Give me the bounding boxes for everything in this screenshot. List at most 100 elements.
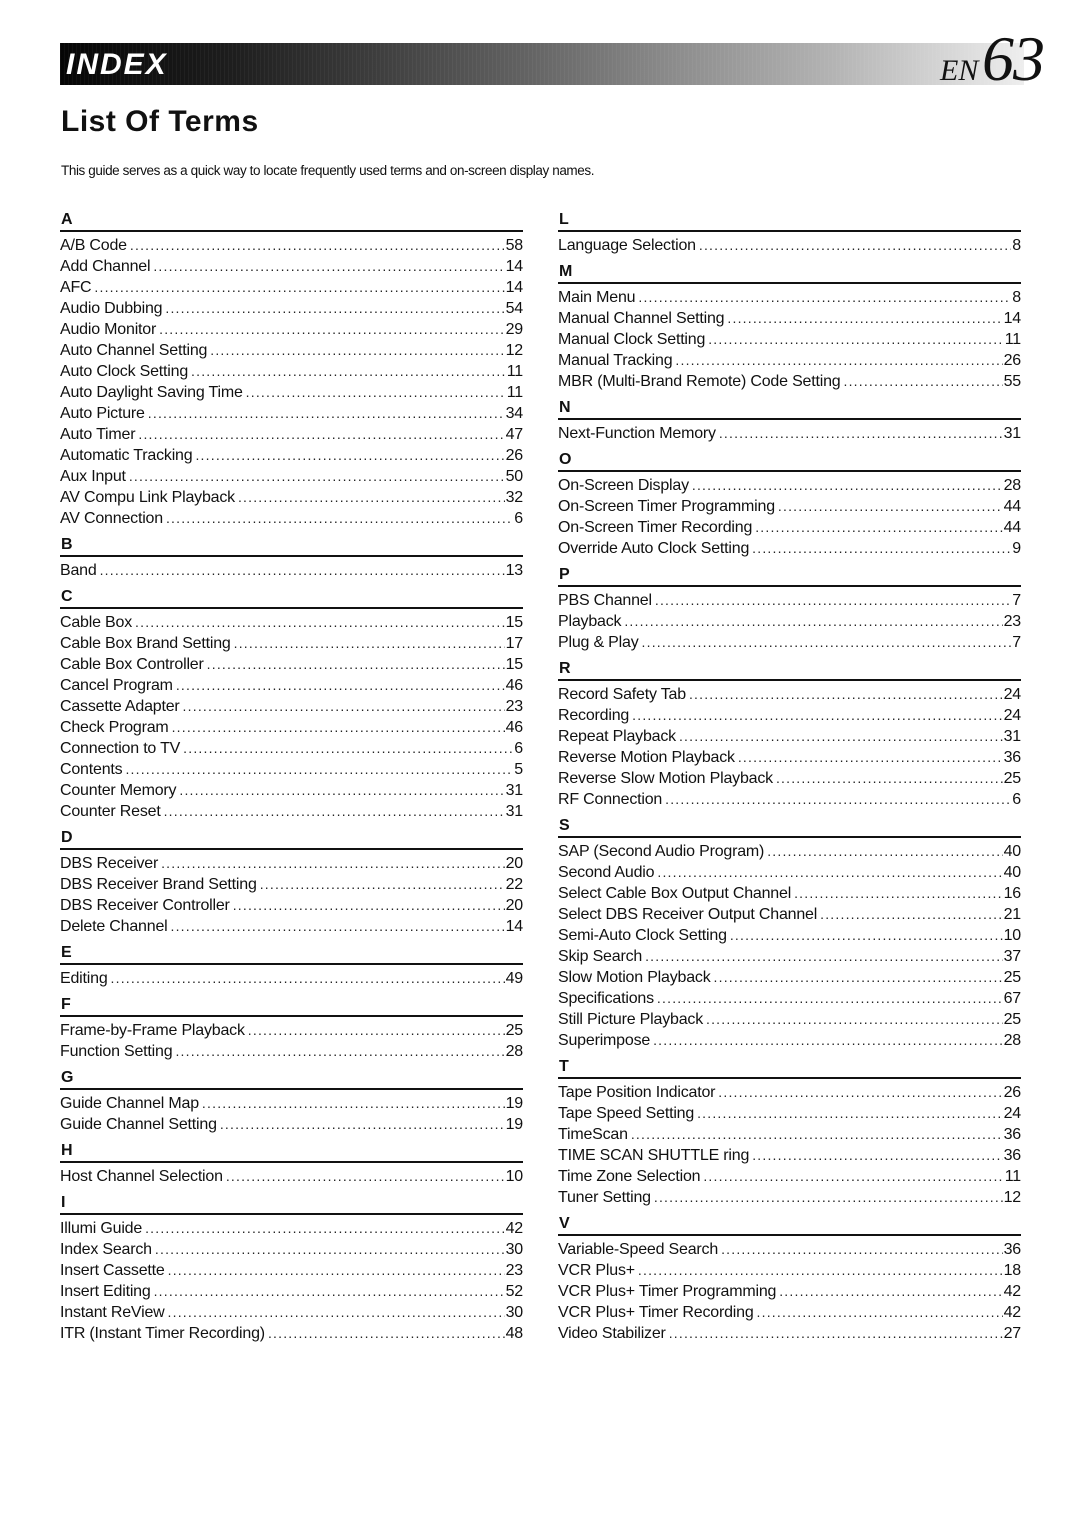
entry-page-number: 7 xyxy=(1012,634,1021,651)
entry-term: Guide Channel Setting xyxy=(60,1116,217,1133)
dot-leader xyxy=(191,361,506,382)
entry-page-number: 28 xyxy=(1003,477,1022,494)
dot-leader xyxy=(752,538,1011,559)
entry-page-number: 30 xyxy=(505,1304,524,1321)
dot-leader xyxy=(161,853,505,874)
index-entry: Cancel Program 46 xyxy=(60,675,523,696)
entry-term: Plug & Play xyxy=(558,634,639,651)
entry-page-number: 10 xyxy=(1003,927,1022,944)
dot-leader xyxy=(248,1020,505,1041)
entry-page-number: 31 xyxy=(505,782,524,799)
dot-leader xyxy=(752,1145,1002,1166)
index-entry: VCR Plus+ Timer Programming 42 xyxy=(558,1281,1021,1302)
entry-term: Reverse Motion Playback xyxy=(558,749,735,766)
dot-leader xyxy=(148,403,505,424)
entry-page-number: 5 xyxy=(514,761,523,778)
entry-page-number: 14 xyxy=(505,918,524,935)
entry-page-number: 21 xyxy=(1003,906,1022,923)
dot-leader xyxy=(226,1166,505,1187)
entry-page-number: 6 xyxy=(514,740,523,757)
section-letter-heading: D xyxy=(60,828,523,850)
entry-page-number: 46 xyxy=(505,677,524,694)
entry-term: Next-Function Memory xyxy=(558,425,716,442)
index-entry: Auto Clock Setting 11 xyxy=(60,361,523,382)
index-entry: Record Safety Tab 24 xyxy=(558,684,1021,705)
dot-leader xyxy=(642,632,1012,653)
index-section: VVariable-Speed Search36VCR Plus+18VCR P… xyxy=(558,1214,1021,1344)
entry-term: Contents xyxy=(60,761,123,778)
section-letter-heading: E xyxy=(60,943,523,965)
dot-leader xyxy=(719,423,1003,444)
index-entry: Guide Channel Map 19 xyxy=(60,1093,523,1114)
entry-term: Auto Daylight Saving Time xyxy=(60,384,243,401)
index-entry: Auto Timer 47 xyxy=(60,424,523,445)
index-entry: TimeScan 36 xyxy=(558,1124,1021,1145)
index-entry: Time Zone Selection 11 xyxy=(558,1166,1021,1187)
entry-page-number: 15 xyxy=(505,656,524,673)
entry-term: Playback xyxy=(558,613,622,630)
section-letter-heading: O xyxy=(558,450,1021,472)
dot-leader xyxy=(175,1041,504,1062)
entry-term: TimeScan xyxy=(558,1126,628,1143)
section-letter-heading: T xyxy=(558,1057,1021,1079)
dot-leader xyxy=(718,1082,1002,1103)
index-entry: VCR Plus+ Timer Recording 42 xyxy=(558,1302,1021,1323)
entry-page-number: 11 xyxy=(506,384,523,401)
dot-leader xyxy=(238,487,505,508)
section-label: INDEX xyxy=(66,48,168,81)
index-entry: Skip Search 37 xyxy=(558,946,1021,967)
entry-term: Automatic Tracking xyxy=(60,447,193,464)
entry-page-number: 6 xyxy=(514,510,523,527)
entry-term: Check Program xyxy=(60,719,169,736)
entry-term: Select Cable Box Output Channel xyxy=(558,885,792,902)
index-entry: Contents 5 xyxy=(60,759,523,780)
index-entry: Select Cable Box Output Channel 16 xyxy=(558,883,1021,904)
entry-term: DBS Receiver xyxy=(60,855,159,872)
entry-term: AFC xyxy=(60,279,92,296)
entry-term: TIME SCAN SHUTTLE ring xyxy=(558,1147,750,1164)
index-entry: Slow Motion Playback 25 xyxy=(558,967,1021,988)
entry-page-number: 8 xyxy=(1012,237,1021,254)
entry-page-number: 27 xyxy=(1003,1325,1022,1342)
page-title: List Of Terms xyxy=(61,105,259,138)
entry-term: VCR Plus+ Timer Recording xyxy=(558,1304,754,1321)
dot-leader xyxy=(129,466,505,487)
dot-leader xyxy=(794,883,1003,904)
entry-term: Tape Position Indicator xyxy=(558,1084,716,1101)
entry-page-number: 28 xyxy=(505,1043,524,1060)
entry-page-number: 28 xyxy=(1003,1032,1022,1049)
index-entry: Playback 23 xyxy=(558,611,1021,632)
dot-leader xyxy=(757,1302,1003,1323)
entry-term: Manual Tracking xyxy=(558,352,673,369)
entry-term: Guide Channel Map xyxy=(60,1095,199,1112)
index-entry: Superimpose 28 xyxy=(558,1030,1021,1051)
entry-term: Tuner Setting xyxy=(558,1189,651,1206)
dot-leader xyxy=(657,862,1002,883)
entry-term: Manual Channel Setting xyxy=(558,310,725,327)
dot-leader xyxy=(738,747,1003,768)
entry-page-number: 14 xyxy=(505,279,524,296)
entry-page-number: 19 xyxy=(505,1116,524,1133)
entry-page-number: 54 xyxy=(505,300,524,317)
entry-term: Insert Editing xyxy=(60,1283,151,1300)
entry-term: Manual Clock Setting xyxy=(558,331,706,348)
dot-leader xyxy=(233,895,505,916)
entry-page-number: 19 xyxy=(505,1095,524,1112)
entry-page-number: 20 xyxy=(505,855,524,872)
entry-page-number: 31 xyxy=(1003,425,1022,442)
entry-term: Add Channel xyxy=(60,258,151,275)
dot-leader xyxy=(703,1166,1003,1187)
index-section: P PBS Channel 7 Playback 23 Plug & Play 7 xyxy=(558,565,1021,653)
entry-term: PBS Channel xyxy=(558,592,652,609)
index-section: I Illumi Guide 42 Index Search 30 Insert Cass… xyxy=(60,1193,523,1344)
dot-leader xyxy=(220,1114,505,1135)
section-letter-heading: R xyxy=(558,659,1021,681)
section-letter-heading: M xyxy=(558,262,1021,284)
entry-page-number: 44 xyxy=(1003,519,1022,536)
section-letter-heading: V xyxy=(558,1214,1021,1236)
section-letter-heading: I xyxy=(60,1193,523,1215)
entry-term: Host Channel Selection xyxy=(60,1168,223,1185)
dot-leader xyxy=(172,717,505,738)
index-entry: Insert Cassette 23 xyxy=(60,1260,523,1281)
index-column-right: L Language Selection 8 M Main Menu 8 Manual Ch… xyxy=(558,210,1021,1344)
